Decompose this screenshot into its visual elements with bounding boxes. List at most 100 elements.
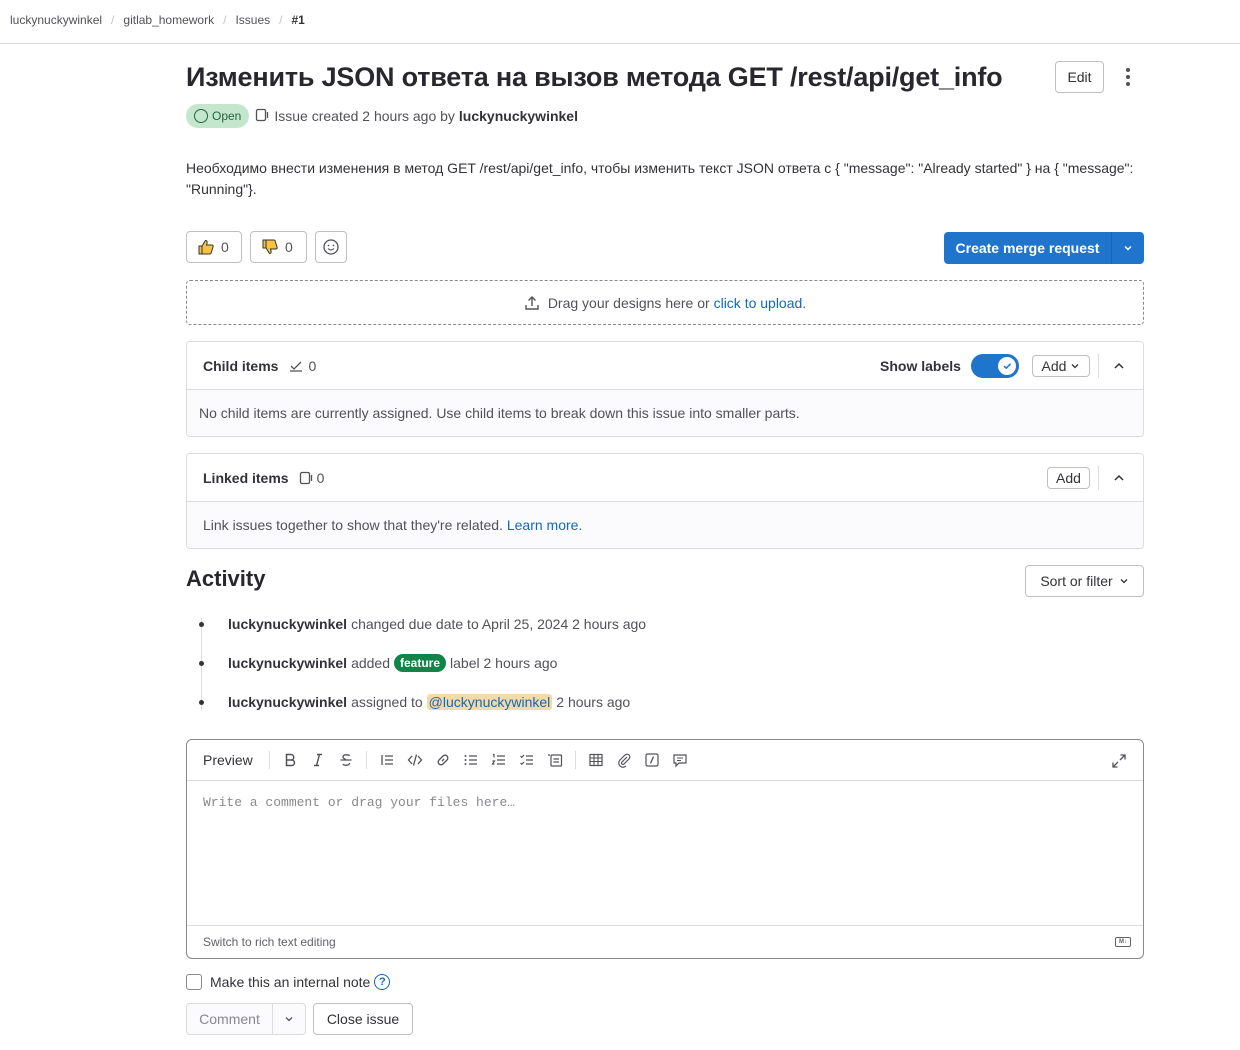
activity-user[interactable]: luckynuckywinkel <box>228 616 347 632</box>
table-icon[interactable] <box>582 746 610 774</box>
issue-author[interactable]: luckynuckywinkel <box>459 108 578 124</box>
add-linked-item-button[interactable]: Add <box>1047 467 1090 489</box>
preview-tab[interactable]: Preview <box>203 752 253 768</box>
code-icon[interactable] <box>401 746 429 774</box>
divider <box>1098 466 1099 490</box>
task-done-icon <box>290 361 303 372</box>
activity-text: added <box>351 655 390 671</box>
switch-to-rich-text-link[interactable]: Switch to rich text editing <box>203 935 336 949</box>
toolbar-divider <box>268 751 270 769</box>
add-child-item-dropdown[interactable]: Add <box>1032 355 1090 377</box>
issue-meta: Open Issue created 2 hours ago by luckyn… <box>186 104 578 128</box>
comment-editor: Preview Write a comment or drag your fil… <box>186 739 1144 959</box>
comment-icon[interactable] <box>666 746 694 774</box>
edit-button[interactable]: Edit <box>1055 61 1104 93</box>
show-labels-toggle[interactable] <box>971 354 1019 378</box>
editor-footer: Switch to rich text editing M↓ <box>187 925 1143 958</box>
breadcrumb-bar: luckynuckywinkel / gitlab_homework / Iss… <box>0 0 1240 44</box>
more-actions-icon[interactable] <box>1118 64 1138 90</box>
smiley-icon <box>323 239 339 255</box>
user-mention[interactable]: @luckynuckywinkel <box>426 694 553 710</box>
click-to-upload-link[interactable]: click to upload <box>714 295 803 311</box>
issue-created-text: Issue created 2 hours ago by <box>274 108 455 124</box>
linked-items-card: Linked items 0 Add Link issues together … <box>186 453 1144 549</box>
task-list-icon[interactable] <box>513 746 541 774</box>
help-icon[interactable]: ? <box>374 974 391 990</box>
child-items-count: 0 <box>288 358 316 374</box>
bold-icon[interactable] <box>276 746 304 774</box>
chevron-down-icon <box>285 1017 293 1022</box>
collapse-child-items-button[interactable] <box>1107 356 1131 376</box>
close-issue-button[interactable]: Close issue <box>313 1003 413 1035</box>
fullscreen-icon[interactable] <box>1105 747 1133 775</box>
linked-items-empty: Link issues together to show that they'r… <box>187 502 1143 547</box>
open-status-icon <box>194 109 208 123</box>
activity-user[interactable]: luckynuckywinkel <box>228 655 347 671</box>
thumbs-down-button[interactable]: 0 <box>250 231 307 263</box>
slash-commands-icon[interactable] <box>638 746 666 774</box>
design-upload-dropzone[interactable]: Drag your designs here or click to uploa… <box>186 280 1144 325</box>
breadcrumb: luckynuckywinkel / gitlab_homework / Iss… <box>10 13 305 27</box>
breadcrumb-item-issues[interactable]: Issues <box>235 13 270 27</box>
linked-items-count: 0 <box>299 470 324 486</box>
chevron-down-icon <box>1120 579 1128 584</box>
timeline-dot <box>199 660 204 666</box>
linked-items-empty-text: Link issues together to show that they'r… <box>203 516 503 533</box>
activity-text: 2 hours ago <box>556 694 631 710</box>
thumbs-up-button[interactable]: 0 <box>186 231 242 263</box>
thumbs-up-icon <box>198 239 214 255</box>
add-reaction-button[interactable] <box>315 231 347 263</box>
quote-icon[interactable] <box>373 746 401 774</box>
child-items-card: Child items 0 Show labels Add No child i… <box>186 341 1144 437</box>
sort-or-filter-dropdown[interactable]: Sort or filter <box>1025 565 1144 597</box>
link-icon[interactable] <box>429 746 457 774</box>
upload-text: Drag your designs here or <box>547 294 710 311</box>
internal-note-checkbox[interactable] <box>186 974 202 990</box>
breadcrumb-item-project[interactable]: gitlab_homework <box>123 13 214 27</box>
chevron-up-icon <box>1114 362 1124 369</box>
collapse-linked-items-button[interactable] <box>1107 468 1131 488</box>
upload-icon <box>525 295 539 310</box>
status-label: Open <box>212 109 242 123</box>
activity-item: luckynuckywinkel added feature label 2 h… <box>199 654 558 672</box>
timeline-dot <box>199 621 204 627</box>
timeline-dot <box>199 699 204 705</box>
learn-more-link[interactable]: Learn more. <box>507 517 582 533</box>
linked-items-title: Linked items <box>203 469 289 486</box>
status-badge: Open <box>186 104 250 128</box>
breadcrumb-separator: / <box>111 13 115 27</box>
numbered-list-icon[interactable] <box>485 746 513 774</box>
activity-text: label 2 hours ago <box>450 655 558 671</box>
internal-note-label: Make this an internal note <box>210 974 371 990</box>
breadcrumb-separator: / <box>279 13 283 27</box>
child-items-empty-text: No child items are currently assigned. U… <box>187 390 1143 435</box>
issue-title: Изменить JSON ответа на вызов метода GET… <box>186 62 1003 92</box>
breadcrumb-item-user[interactable]: luckynuckywinkel <box>10 13 102 27</box>
activity-title: Activity <box>186 566 266 591</box>
comment-button[interactable]: Comment <box>187 1004 273 1034</box>
attach-file-icon[interactable] <box>610 746 638 774</box>
breadcrumb-item-current[interactable]: #1 <box>291 13 304 27</box>
strikethrough-icon[interactable] <box>332 746 360 774</box>
toolbar-divider <box>365 751 367 769</box>
merge-request-options-button[interactable] <box>1112 232 1144 264</box>
sort-or-filter-label: Sort or filter <box>1040 573 1113 589</box>
activity-user[interactable]: luckynuckywinkel <box>228 694 347 710</box>
activity-text: assigned to <box>351 694 423 710</box>
comment-options-button[interactable] <box>273 1004 305 1034</box>
thumbs-down-count: 0 <box>285 239 293 255</box>
check-icon <box>1003 363 1012 370</box>
italic-icon[interactable] <box>304 746 332 774</box>
breadcrumb-separator: / <box>223 13 227 27</box>
markdown-icon: M↓ <box>1115 937 1131 947</box>
linked-items-header: Linked items 0 Add <box>187 454 1143 502</box>
chevron-down-icon <box>1124 245 1132 251</box>
thumbs-down-icon <box>262 239 278 255</box>
create-merge-request-button[interactable]: Create merge request <box>944 232 1112 264</box>
feature-label-badge[interactable]: feature <box>394 654 447 672</box>
comment-textarea[interactable]: Write a comment or drag your files here… <box>187 781 1143 925</box>
chevron-up-icon <box>1114 474 1124 481</box>
bullet-list-icon[interactable] <box>457 746 485 774</box>
child-items-count-value: 0 <box>308 357 317 374</box>
collapsible-section-icon[interactable] <box>541 746 569 774</box>
